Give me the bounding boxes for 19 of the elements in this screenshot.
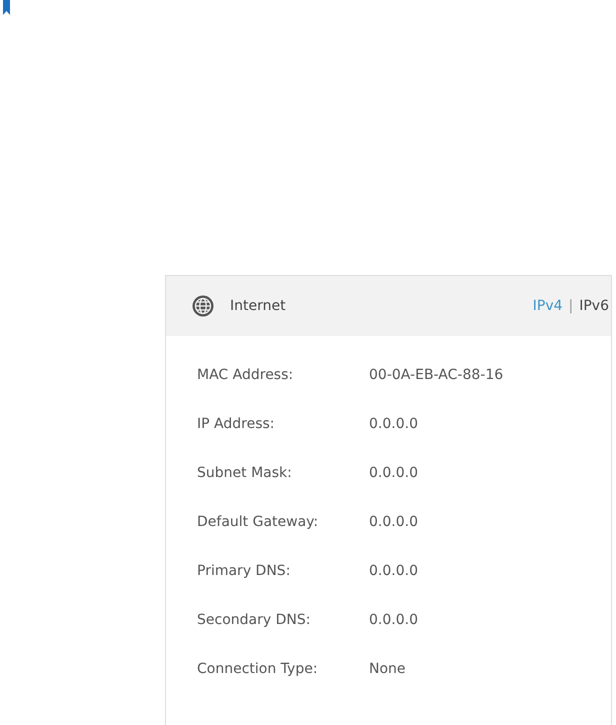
field-label: Secondary DNS: bbox=[197, 612, 312, 628]
field-value: 0.0.0.0 bbox=[369, 562, 418, 578]
field-value: 0.0.0.0 bbox=[369, 514, 418, 530]
field-value: 0.0.0.0 bbox=[369, 416, 418, 432]
field-label: Subnet Mask: bbox=[197, 464, 293, 480]
field-value: 00-0A-EB-AC-88-16 bbox=[369, 366, 504, 382]
globe-icon bbox=[192, 295, 214, 317]
field-label: Connection Type: bbox=[197, 660, 319, 676]
field-label: IP Address: bbox=[197, 416, 276, 432]
field-label: Default Gateway: bbox=[197, 514, 320, 530]
field-value: None bbox=[369, 660, 406, 676]
version-tab[interactable]: IPv6 bbox=[579, 298, 609, 314]
tab-separator: | bbox=[568, 298, 574, 314]
panel-title: Internet bbox=[230, 298, 286, 314]
bookmark-icon bbox=[3, 0, 10, 15]
field-value: 0.0.0.0 bbox=[369, 612, 418, 628]
field-label: Primary DNS: bbox=[197, 562, 292, 578]
field-value: 0.0.0.0 bbox=[369, 464, 418, 480]
field-label: MAC Address: bbox=[197, 366, 294, 382]
